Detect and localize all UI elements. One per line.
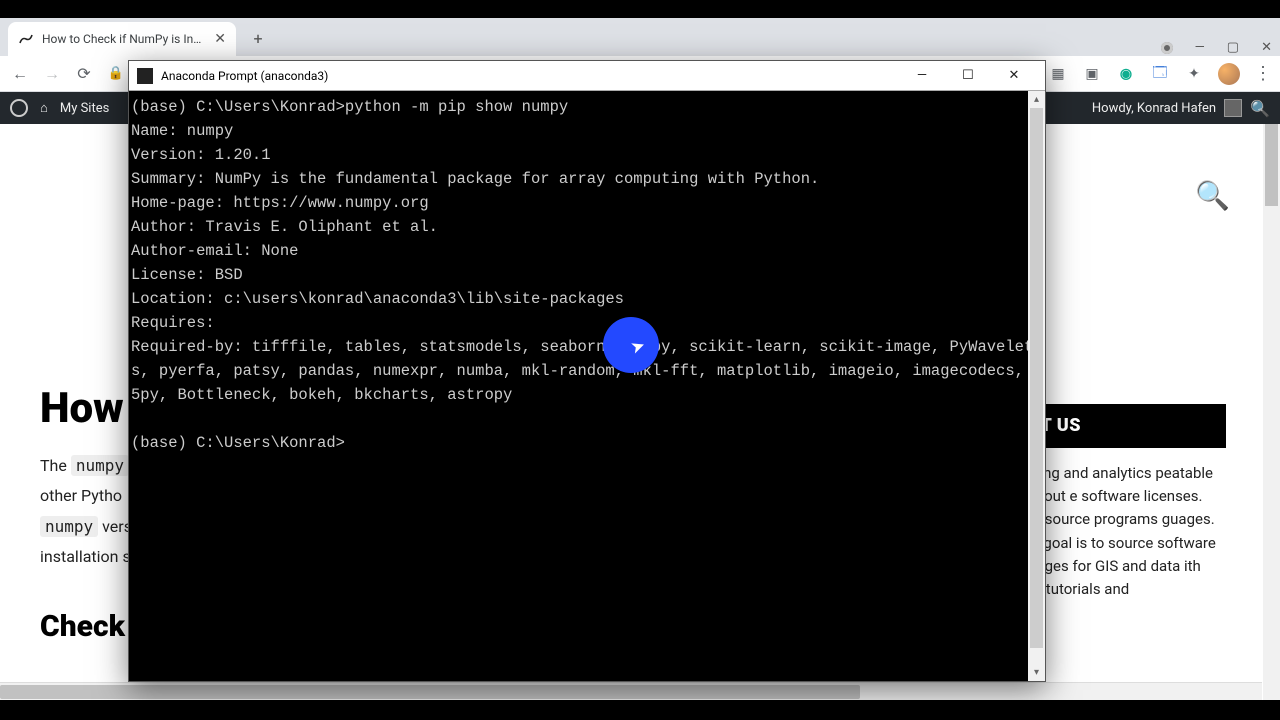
terminal-output: (base) C:\Users\Konrad>python -m pip sho… bbox=[129, 91, 1045, 459]
tab-favicon-icon bbox=[18, 31, 34, 47]
scroll-up-arrow-icon[interactable]: ▴ bbox=[1028, 91, 1045, 108]
terminal-title: Anaconda Prompt (anaconda3) bbox=[161, 69, 328, 83]
grammarly-icon[interactable]: ◉ bbox=[1116, 64, 1136, 84]
terminal-titlebar[interactable]: Anaconda Prompt (anaconda3) — ☐ ✕ bbox=[129, 61, 1045, 91]
user-avatar-icon[interactable] bbox=[1224, 99, 1242, 117]
browser-window-controls: — ▢ ✕ bbox=[1161, 40, 1272, 55]
howdy-user[interactable]: Howdy, Konrad Hafen bbox=[1092, 101, 1216, 116]
anaconda-prompt-window: Anaconda Prompt (anaconda3) — ☐ ✕ (base)… bbox=[128, 60, 1046, 682]
tab-title: How to Check if NumPy is Install bbox=[42, 32, 206, 46]
extension-icon-2[interactable]: ▣ bbox=[1082, 64, 1102, 84]
terminal-close-button[interactable]: ✕ bbox=[991, 62, 1037, 90]
browser-tab[interactable]: How to Check if NumPy is Install ✕ bbox=[8, 22, 236, 56]
window-minimize-icon[interactable]: — bbox=[1195, 40, 1205, 55]
tab-strip: How to Check if NumPy is Install ✕ + — ▢… bbox=[0, 18, 1280, 56]
site-search-icon[interactable]: 🔍 bbox=[1195, 179, 1230, 212]
site-lock-icon[interactable]: 🔒 bbox=[104, 62, 128, 86]
account-indicator-icon[interactable] bbox=[1161, 42, 1173, 54]
terminal-maximize-button[interactable]: ☐ bbox=[945, 62, 991, 90]
extensions-puzzle-icon[interactable]: ✦ bbox=[1184, 64, 1204, 84]
window-maximize-icon[interactable]: ▢ bbox=[1227, 40, 1239, 55]
scrollbar-thumb[interactable] bbox=[0, 685, 860, 699]
terminal-window-controls: — ☐ ✕ bbox=[899, 62, 1037, 90]
terminal-body[interactable]: (base) C:\Users\Konrad>python -m pip sho… bbox=[129, 91, 1045, 681]
video-letterbox-bottom bbox=[0, 700, 1280, 720]
my-sites-link[interactable]: My Sites bbox=[60, 101, 109, 116]
inline-code: numpy bbox=[40, 516, 98, 537]
page-vertical-scrollbar[interactable] bbox=[1263, 124, 1280, 700]
profile-avatar[interactable] bbox=[1218, 63, 1240, 85]
new-tab-button[interactable]: + bbox=[244, 24, 272, 52]
forward-button[interactable]: → bbox=[40, 62, 64, 86]
tab-close-icon[interactable]: ✕ bbox=[214, 31, 226, 47]
terminal-scrollbar[interactable]: ▴ ▾ bbox=[1028, 91, 1045, 681]
wordpress-logo-icon[interactable] bbox=[10, 99, 28, 117]
page-horizontal-scrollbar[interactable] bbox=[0, 682, 1262, 700]
wp-search-icon[interactable]: 🔍 bbox=[1250, 99, 1270, 118]
scrollbar-thumb[interactable] bbox=[1030, 108, 1043, 648]
scrollbar-thumb[interactable] bbox=[1265, 124, 1278, 206]
sidebar-heading: UT US bbox=[1016, 404, 1226, 448]
inline-code: numpy bbox=[71, 455, 129, 476]
chrome-menu-icon[interactable]: ⋮ bbox=[1254, 63, 1272, 84]
reload-button[interactable]: ⟳ bbox=[72, 62, 96, 86]
window-close-icon[interactable]: ✕ bbox=[1261, 40, 1272, 55]
extension-icon-1[interactable]: ▦ bbox=[1048, 64, 1068, 84]
home-dashboard-icon[interactable]: ⌂ bbox=[40, 100, 48, 116]
scroll-down-arrow-icon[interactable]: ▾ bbox=[1028, 664, 1045, 681]
terminal-app-icon bbox=[137, 68, 153, 84]
sidebar-body: essing and analytics peatable without e … bbox=[1016, 462, 1226, 602]
video-letterbox-top bbox=[0, 0, 1280, 18]
translate-icon[interactable]: 🗔 bbox=[1150, 64, 1170, 84]
back-button[interactable]: ← bbox=[8, 62, 32, 86]
about-sidebar: UT US essing and analytics peatable with… bbox=[1016, 404, 1226, 601]
terminal-minimize-button[interactable]: — bbox=[899, 62, 945, 90]
